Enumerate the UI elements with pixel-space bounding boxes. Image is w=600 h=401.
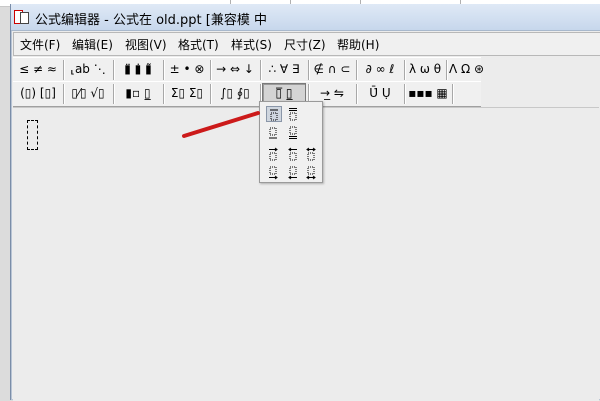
underbar-double-template-icon[interactable] (286, 125, 300, 139)
menu-help[interactable]: 帮助(H) (337, 36, 379, 53)
menu-size[interactable]: 尺寸(Z) (284, 36, 326, 53)
menu-view[interactable]: 视图(V) (125, 36, 167, 53)
summation-templates-button[interactable]: Σ▯ Σ▯ (167, 83, 207, 104)
right-arrow-under-template-icon[interactable] (266, 165, 280, 180)
greek-lowercase-button[interactable]: λ ω θ (407, 59, 443, 80)
menu-file[interactable]: 文件(F) (20, 36, 60, 53)
subscript-superscript-templates-button[interactable]: ▮▫ ▯̲ (117, 83, 159, 104)
toolbar-divider (210, 60, 212, 80)
overbar-single-template-icon[interactable] (266, 106, 282, 122)
left-arrow-under-template-icon[interactable] (286, 165, 300, 180)
toolbar-divider (63, 84, 65, 104)
toolbar-divider (113, 84, 115, 104)
toolbar-divider (113, 60, 115, 80)
integral-templates-button[interactable]: ∫▯ ∮▯ (213, 83, 257, 104)
products-set-theory-templates-button[interactable]: Ū̇ Ụ (359, 83, 401, 104)
menu-edit[interactable]: 编辑(E) (72, 36, 113, 53)
equation-editor-window: 公式编辑器 - 公式在 old.ppt [兼容模 中 文件(F) 编辑(E) 视… (10, 4, 600, 401)
toolbar-divider (163, 84, 165, 104)
equation-editor-app-icon[interactable] (14, 10, 30, 24)
overbar-double-template-icon[interactable] (286, 106, 300, 121)
matrix-templates-button[interactable]: ▪▪▪ ▦ (407, 83, 449, 104)
underbar-overbar-template-palette (259, 101, 323, 183)
toolbar-divider (446, 60, 448, 80)
toolbar-divider (404, 60, 406, 80)
toolbar-divider (356, 60, 358, 80)
operator-symbols-button[interactable]: ± • ⊗ (167, 59, 207, 80)
arrow-symbols-button[interactable]: → ⇔ ↓ (213, 59, 257, 80)
toolbar-divider (210, 84, 212, 104)
relational-symbols-button[interactable]: ≤ ≠ ≈ (17, 59, 59, 80)
miscellaneous-symbols-button[interactable]: ∂ ∞ ℓ (359, 59, 401, 80)
logical-symbols-button[interactable]: ∴ ∀ ∃ (263, 59, 305, 80)
toolbar-divider (260, 60, 262, 80)
underbar-single-template-icon[interactable] (266, 125, 280, 139)
menu-style[interactable]: 样式(S) (231, 36, 272, 53)
right-arrow-over-template-icon[interactable] (266, 146, 280, 161)
toolbar-divider (308, 60, 310, 80)
template-palette-toolbar: (▯) [▯] ▯⁄▯ √▯ ▮▫ ▯̲ Σ▯ Σ▯ ∫▯ ∮▯ ▯̅ ▯̲ →… (13, 81, 481, 107)
double-arrow-over-template-icon[interactable] (304, 146, 318, 161)
toolbar-divider (163, 60, 165, 80)
embellishments-button[interactable]: ▮̈ ▮̇ ▮̃ (117, 59, 159, 80)
set-theory-symbols-button[interactable]: ∉ ∩ ⊂ (311, 59, 353, 80)
window-title: 公式编辑器 - 公式在 old.ppt [兼容模 中 (35, 13, 267, 28)
double-arrow-under-template-icon[interactable] (304, 165, 318, 180)
spaces-ellipses-button[interactable]: ⸤ab ⋱ (67, 59, 109, 80)
greek-uppercase-button[interactable]: Λ Ω ⊛ (449, 59, 484, 80)
symbol-palette-toolbar: ≤ ≠ ≈ ⸤ab ⋱ ▮̈ ▮̇ ▮̃ ± • ⊗ → ⇔ ↓ ∴ ∀ ∃ ∉… (13, 57, 484, 83)
menu-bar: 文件(F) 编辑(E) 视图(V) 格式(T) 样式(S) 尺寸(Z) 帮助(H… (13, 32, 600, 56)
toolbar-divider (404, 84, 406, 104)
fence-templates-button[interactable]: (▯) [▯] (17, 83, 59, 104)
toolbar-divider (63, 60, 65, 80)
empty-slot-placeholder[interactable] (27, 120, 38, 150)
menu-format[interactable]: 格式(T) (178, 36, 219, 53)
fraction-radical-templates-button[interactable]: ▯⁄▯ √▯ (67, 83, 109, 104)
title-bar[interactable]: 公式编辑器 - 公式在 old.ppt [兼容模 中 (11, 4, 600, 31)
toolbar-divider (356, 84, 358, 104)
left-arrow-over-template-icon[interactable] (286, 146, 300, 161)
toolbar-divider (452, 84, 454, 104)
